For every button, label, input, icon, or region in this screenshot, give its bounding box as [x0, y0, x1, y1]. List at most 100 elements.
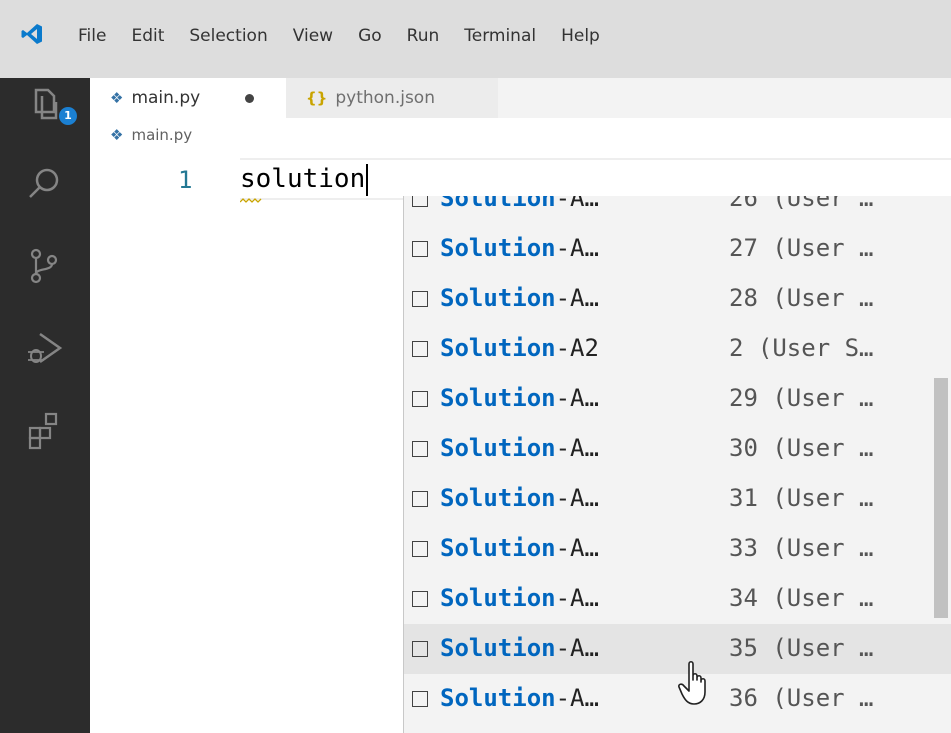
suggestion-item[interactable]: Solution-A… 33 (User …: [404, 524, 951, 574]
suggestion-rest: -A…: [555, 584, 599, 612]
text-snippet-icon: [412, 291, 428, 307]
extensions-button[interactable]: [22, 408, 66, 452]
tab-label: python.json: [335, 88, 435, 108]
suggestion-match: Solution: [440, 634, 556, 662]
menu-run[interactable]: Run: [407, 26, 440, 46]
suggestion-label: Solution-A…: [440, 196, 599, 212]
text-cursor: [366, 163, 369, 196]
text-snippet-icon: [412, 691, 428, 707]
run-debug-icon: [28, 332, 63, 364]
breadcrumb-file[interactable]: main.py: [131, 126, 192, 144]
text-snippet-icon: [412, 641, 428, 657]
suggestion-detail: 27 (User …: [729, 234, 874, 262]
suggestion-match: Solution: [440, 484, 556, 512]
suggestion-item[interactable]: Solution-A… 27 (User …: [404, 224, 951, 274]
menu-help[interactable]: Help: [561, 26, 600, 46]
unsaved-dot-icon[interactable]: [245, 94, 254, 103]
suggestion-detail: 36 (User …: [729, 684, 874, 712]
suggestion-detail: 33 (User …: [729, 534, 874, 562]
menu-view[interactable]: View: [293, 26, 333, 46]
tab-main-py[interactable]: ❖ main.py: [90, 78, 286, 118]
tab-python-json[interactable]: {} python.json: [286, 78, 498, 118]
menu-terminal[interactable]: Terminal: [464, 26, 536, 46]
line-number: 1: [178, 166, 193, 194]
suggestion-label: Solution-A…: [440, 484, 599, 512]
extensions-icon: [28, 412, 58, 450]
json-braces-icon: {}: [306, 89, 328, 107]
code-text: solution: [240, 164, 366, 194]
suggestion-detail: 35 (User …: [729, 634, 874, 662]
suggestion-match: Solution: [440, 434, 556, 462]
explorer-button[interactable]: 1: [22, 82, 77, 126]
suggestion-label: Solution-A…: [440, 434, 599, 462]
suggestion-match: Solution: [440, 584, 556, 612]
suggestion-match: Solution: [440, 384, 556, 412]
suggestion-rest: -A…: [555, 434, 599, 462]
source-control-icon: [30, 248, 58, 284]
search-icon: [29, 168, 59, 198]
python-icon: ❖: [110, 89, 124, 107]
text-snippet-icon: [412, 441, 428, 457]
code-line[interactable]: solution: [240, 161, 369, 197]
suggestion-scrollbar[interactable]: [934, 378, 948, 618]
text-snippet-icon: [412, 241, 428, 257]
menu-bar: File Edit Selection View Go Run Terminal…: [78, 26, 625, 46]
suggestion-item[interactable]: Solution-A2 2 (User S…: [404, 324, 951, 374]
text-snippet-icon: [412, 391, 428, 407]
suggestion-match: Solution: [440, 284, 556, 312]
suggestion-detail: 28 (User …: [729, 284, 874, 312]
suggestion-label: Solution-A2: [440, 334, 599, 362]
text-snippet-icon: [412, 491, 428, 507]
suggestion-item[interactable]: Solution-A… 26 (User …: [404, 196, 951, 224]
menu-selection[interactable]: Selection: [189, 26, 267, 46]
suggestion-label: Solution-A…: [440, 534, 599, 562]
suggestion-rest: -A2: [555, 334, 599, 362]
breadcrumb: ❖ main.py: [110, 126, 192, 144]
suggestion-item[interactable]: Solution-A… 30 (User …: [404, 424, 951, 474]
text-snippet-icon: [412, 541, 428, 557]
suggestion-label: Solution-A…: [440, 584, 599, 612]
suggestion-item[interactable]: Solution-A… 29 (User …: [404, 374, 951, 424]
suggestion-detail: 30 (User …: [729, 434, 874, 462]
text-snippet-icon: [412, 196, 428, 207]
menu-edit[interactable]: Edit: [131, 26, 164, 46]
suggestion-label: Solution-A…: [440, 684, 599, 712]
warning-squiggle: [240, 198, 262, 203]
activity-bar: 1: [0, 78, 90, 733]
suggestion-rest: -A…: [555, 684, 599, 712]
suggestion-match: Solution: [440, 534, 556, 562]
suggestion-item[interactable]: Solution-A… 28 (User …: [404, 274, 951, 324]
suggestion-match: Solution: [440, 684, 556, 712]
suggestion-label: Solution-A…: [440, 284, 599, 312]
suggestion-detail: 34 (User …: [729, 584, 874, 612]
menu-file[interactable]: File: [78, 26, 106, 46]
suggestion-rest: -A…: [555, 484, 599, 512]
text-snippet-icon: [412, 591, 428, 607]
suggestion-item[interactable]: Solution-A… 31 (User …: [404, 474, 951, 524]
suggestion-rest: -A…: [555, 534, 599, 562]
suggestion-detail: 31 (User …: [729, 484, 874, 512]
suggestion-label: Solution-A…: [440, 634, 599, 662]
suggestion-rest: -A…: [555, 634, 599, 662]
text-snippet-icon: [412, 341, 428, 357]
python-icon: ❖: [110, 126, 124, 144]
source-control-button[interactable]: [22, 244, 66, 288]
suggestion-rest: -A…: [555, 196, 599, 212]
run-debug-button[interactable]: [22, 326, 66, 370]
suggestion-match: Solution: [440, 334, 556, 362]
suggestion-rest: -A…: [555, 384, 599, 412]
suggestion-rest: -A…: [555, 234, 599, 262]
menu-go[interactable]: Go: [358, 26, 382, 46]
suggestion-widget[interactable]: Solution-A… 26 (User … Solution-A… 27 (User…: [403, 196, 951, 733]
suggestion-detail: 26 (User …: [729, 196, 874, 212]
search-button[interactable]: [22, 162, 66, 206]
hand-cursor-icon: [678, 660, 706, 705]
title-bar: File Edit Selection View Go Run Terminal…: [0, 0, 951, 78]
suggestion-label: Solution-A…: [440, 234, 599, 262]
suggestion-rest: -A…: [555, 284, 599, 312]
vscode-logo-icon: [21, 24, 42, 44]
suggestion-detail: 2 (User S…: [729, 334, 874, 362]
suggestion-match: Solution: [440, 196, 556, 212]
suggestion-item[interactable]: Solution-A… 34 (User …: [404, 574, 951, 624]
tab-label: main.py: [131, 88, 201, 108]
